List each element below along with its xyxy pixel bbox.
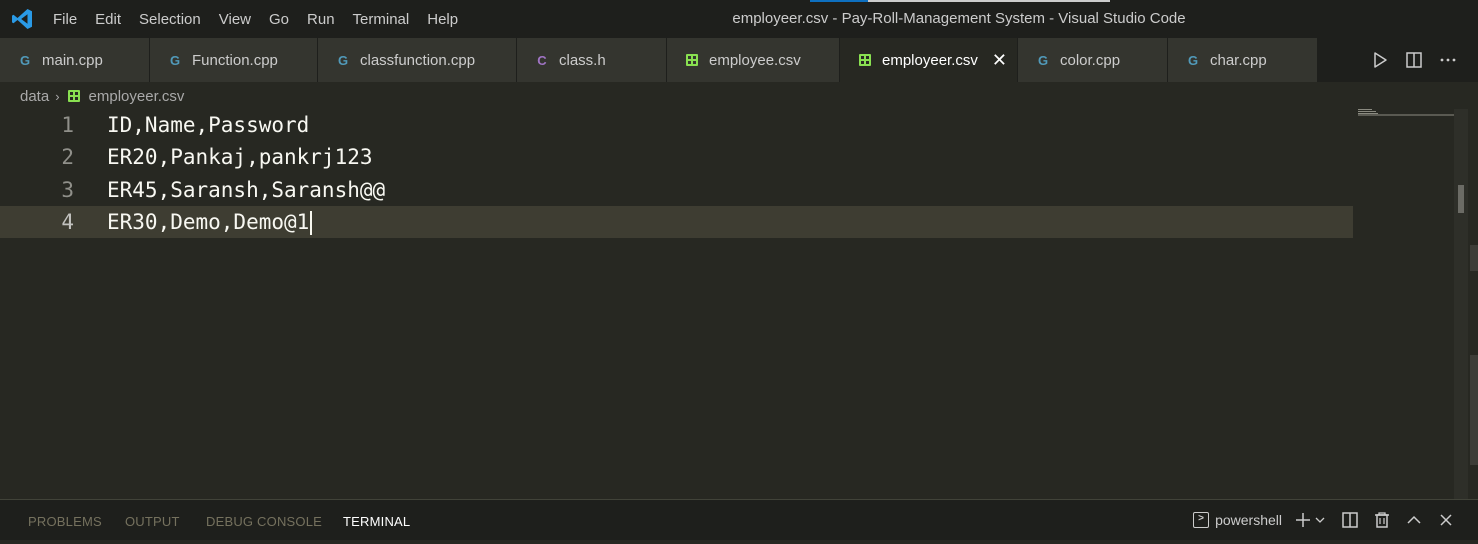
maximize-panel-icon[interactable] [1404, 510, 1424, 530]
new-terminal-icon[interactable] [1294, 510, 1328, 530]
overview-ruler-mark [1470, 245, 1478, 271]
tab-main-cpp[interactable]: G main.cpp [0, 38, 150, 82]
trash-icon[interactable] [1372, 510, 1392, 530]
code-editor[interactable]: 1 ID,Name,Password 2 ER20,Pankaj,pankrj1… [0, 109, 1454, 499]
breadcrumb-folder[interactable]: data [20, 88, 49, 105]
tab-label: Function.cpp [192, 51, 278, 69]
breadcrumb: data › employeer.csv [20, 86, 184, 106]
close-panel-icon[interactable] [1436, 510, 1456, 530]
code-line[interactable]: 1 ID,Name,Password [0, 109, 1353, 141]
line-number: 3 [61, 178, 74, 202]
tab-label: employee.csv [709, 51, 801, 69]
text-cursor [310, 211, 313, 235]
line-number: 4 [61, 210, 74, 234]
terminal-selector[interactable]: > powershell [1193, 512, 1282, 528]
panel-actions: > powershell [1193, 500, 1456, 540]
tab-label: employeer.csv [882, 51, 978, 69]
code-line[interactable]: 2 ER20,Pankaj,pankrj123 [0, 141, 1353, 173]
tab-class-h[interactable]: C class.h [517, 38, 667, 82]
terminal-name: powershell [1215, 512, 1282, 528]
tab-employee-csv[interactable]: employee.csv [667, 38, 840, 82]
cpp-icon: G [337, 52, 349, 68]
cpp-icon: G [19, 52, 31, 68]
cpp-icon: G [1037, 52, 1049, 68]
cpp-icon: G [1187, 52, 1199, 68]
csv-icon [686, 54, 698, 66]
line-text-content: ER30,Demo,Demo@1 [107, 210, 310, 234]
line-text[interactable]: ER45,Saransh,Saransh@@ [107, 174, 385, 206]
tab-label: main.cpp [42, 51, 103, 69]
tab-function-cpp[interactable]: G Function.cpp [150, 38, 318, 82]
split-editor-icon[interactable] [1404, 50, 1424, 70]
current-code-line[interactable]: 4 ER30,Demo,Demo@1 [0, 206, 1353, 238]
editor-tab-bar: G main.cpp G Function.cpp G classfunctio… [0, 38, 1478, 82]
run-icon[interactable] [1370, 50, 1390, 70]
chevron-right-icon: › [55, 88, 60, 104]
line-number: 2 [61, 145, 74, 169]
line-number: 1 [61, 113, 74, 137]
tab-debug-console[interactable]: DEBUG CONSOLE [206, 500, 322, 540]
cpp-icon: G [169, 52, 181, 68]
terminal-icon: > [1193, 512, 1210, 528]
tab-label: classfunction.cpp [360, 51, 476, 69]
scrollbar-thumb[interactable] [1458, 185, 1464, 213]
csv-icon [859, 54, 871, 66]
panel-tab-bar: PROBLEMS OUTPUT DEBUG CONSOLE TERMINAL >… [0, 499, 1478, 540]
tab-terminal[interactable]: TERMINAL [343, 500, 410, 540]
tab-label: class.h [559, 51, 606, 69]
tab-employeer-csv[interactable]: employeer.csv ✕ [840, 38, 1018, 82]
tab-label: char.cpp [1210, 51, 1267, 69]
tab-classfunction-cpp[interactable]: G classfunction.cpp [318, 38, 517, 82]
vertical-scrollbar[interactable] [1454, 109, 1468, 499]
editor-actions [1370, 38, 1458, 82]
close-tab-icon[interactable]: ✕ [992, 50, 1007, 71]
code-line[interactable]: 3 ER45,Saransh,Saransh@@ [0, 174, 1353, 206]
breadcrumb-file[interactable]: employeer.csv [89, 88, 185, 105]
title-accent-bar [810, 0, 1110, 2]
window-title: employeer.csv - Pay-Roll-Management Syst… [732, 10, 1186, 27]
csv-icon [67, 90, 80, 102]
more-actions-icon[interactable] [1438, 50, 1458, 70]
line-text[interactable]: ER20,Pankaj,pankrj123 [107, 141, 373, 173]
minimap-slider[interactable] [1358, 114, 1454, 116]
line-text[interactable]: ER30,Demo,Demo@1 [107, 206, 313, 238]
tab-color-cpp[interactable]: G color.cpp [1018, 38, 1168, 82]
c-header-icon: C [537, 52, 547, 68]
tab-char-cpp[interactable]: G char.cpp [1168, 38, 1318, 82]
overview-ruler-mark [1470, 355, 1478, 465]
tab-problems[interactable]: PROBLEMS [28, 500, 102, 540]
tab-output[interactable]: OUTPUT [125, 500, 180, 540]
line-text[interactable]: ID,Name,Password [107, 109, 309, 141]
tab-label: color.cpp [1060, 51, 1121, 69]
title-bar: File Edit Selection View Go Run Terminal… [0, 0, 1478, 38]
split-terminal-icon[interactable] [1340, 510, 1360, 530]
